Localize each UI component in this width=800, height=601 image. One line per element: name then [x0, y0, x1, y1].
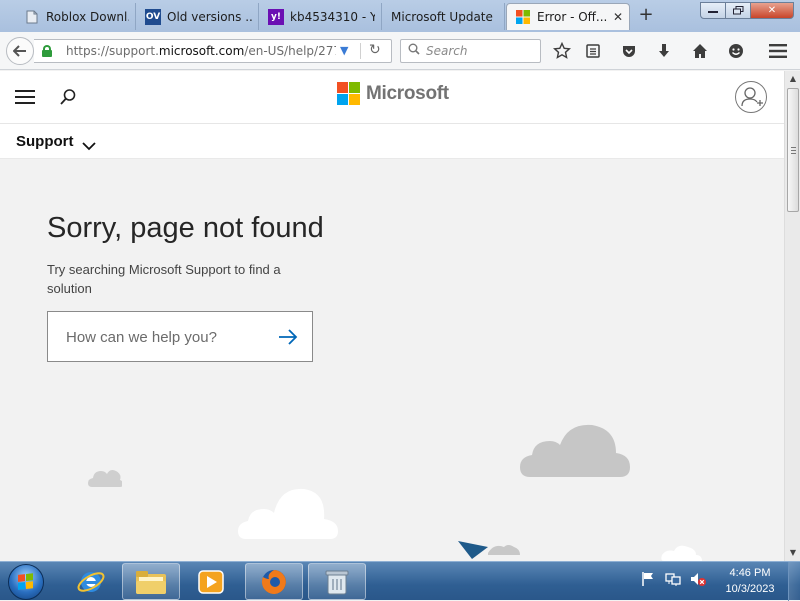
cloud-illustration — [238, 488, 338, 539]
tab-old-versions[interactable]: OV Old versions ... — [137, 3, 259, 30]
close-window-button[interactable]: ✕ — [750, 2, 794, 19]
clock-time: 4:46 PM — [729, 567, 771, 579]
microsoft-logo-icon — [515, 9, 531, 25]
oldversion-icon: OV — [145, 8, 161, 25]
tab-title: Roblox Downl... — [46, 9, 129, 24]
help-search-input[interactable]: How can we help you? — [47, 311, 313, 362]
reading-list-icon[interactable] — [582, 40, 604, 62]
page-subtitle: Try searching Microsoft Support to find … — [47, 262, 281, 296]
microsoft-logo[interactable]: Microsoft — [337, 82, 449, 105]
tab-title: Error - Off... — [537, 10, 607, 24]
search-icon — [408, 43, 420, 58]
tab-title: Old versions ... — [167, 9, 252, 24]
help-search-placeholder: How can we help you? — [66, 329, 217, 346]
system-tray — [640, 571, 706, 587]
scroll-thumb[interactable] — [787, 88, 799, 212]
search-placeholder: Search — [426, 44, 468, 58]
page-title: Sorry, page not found — [47, 212, 324, 244]
microsoft-logo-icon — [337, 82, 360, 105]
yahoo-icon: y! — [268, 8, 284, 25]
navigation-bar: https://support.microsoft.com/en-US/help… — [0, 32, 800, 70]
document-icon — [24, 9, 40, 25]
internet-explorer-icon[interactable] — [62, 563, 120, 600]
close-tab-icon[interactable]: ✕ — [613, 10, 623, 24]
pocket-icon[interactable] — [618, 40, 640, 62]
support-nav: Support — [0, 124, 784, 159]
scroll-down-icon[interactable]: ▼ — [785, 545, 800, 561]
chevron-down-icon[interactable] — [82, 136, 96, 151]
search-icon[interactable] — [59, 88, 77, 106]
separator — [360, 43, 361, 59]
cloud-illustration — [661, 545, 702, 561]
menu-icon[interactable] — [767, 40, 789, 62]
dropdown-arrow-icon[interactable]: ▼ — [340, 44, 348, 57]
home-icon[interactable] — [689, 40, 711, 62]
url-text: https://support.microsoft.com/en-US/help… — [66, 44, 336, 58]
show-desktop-button[interactable] — [788, 562, 800, 601]
scroll-up-icon[interactable]: ▲ — [785, 71, 800, 87]
tab-strip: Roblox Downl... OV Old versions ... y! k… — [0, 0, 800, 32]
flag-icon[interactable] — [640, 571, 656, 587]
smiley-icon[interactable] — [725, 40, 747, 62]
cloud-illustration — [88, 470, 122, 487]
support-menu-label[interactable]: Support — [16, 133, 74, 150]
tab-microsoft-update[interactable]: Microsoft Update ... — [383, 3, 505, 30]
lock-icon — [42, 45, 52, 57]
tab-title: Microsoft Update ... — [391, 9, 498, 24]
arrow-right-icon[interactable] — [278, 328, 298, 346]
tab-error-active[interactable]: Error - Off... ✕ — [506, 3, 630, 30]
page-content: Microsoft Support Sorry, page not found … — [0, 71, 784, 561]
network-icon[interactable] — [665, 571, 681, 587]
firefox-icon[interactable] — [245, 563, 303, 600]
system-clock[interactable]: 4:46 PM 10/3/2023 — [718, 565, 782, 597]
account-avatar-icon[interactable] — [735, 81, 767, 113]
taskbar: 4:46 PM 10/3/2023 — [0, 561, 800, 601]
kite-illustration — [458, 541, 520, 559]
logo-text: Microsoft — [366, 82, 449, 104]
cloud-illustration — [520, 424, 630, 477]
recycle-icon[interactable] — [308, 563, 366, 600]
file-explorer-icon[interactable] — [122, 563, 180, 600]
start-button[interactable] — [8, 564, 44, 600]
site-header: Microsoft — [0, 71, 784, 124]
clock-date: 10/3/2023 — [725, 583, 775, 595]
reload-icon[interactable]: ↻ — [369, 42, 381, 58]
maximize-button[interactable] — [725, 2, 751, 19]
url-bar[interactable]: https://support.microsoft.com/en-US/help… — [34, 39, 392, 63]
download-icon[interactable] — [653, 40, 675, 62]
plus-icon[interactable]: + — [636, 6, 656, 26]
volume-muted-icon[interactable] — [690, 571, 706, 587]
minimize-button[interactable] — [700, 2, 726, 19]
tab-kb4534310[interactable]: y! kb4534310 - Y... — [260, 3, 382, 30]
back-button[interactable] — [6, 37, 34, 65]
media-player-icon[interactable] — [182, 563, 240, 600]
tab-title: kb4534310 - Y... — [290, 9, 375, 24]
hamburger-menu-icon[interactable] — [15, 90, 35, 104]
windows-logo-icon — [18, 573, 34, 591]
star-icon[interactable] — [551, 40, 573, 62]
vertical-scrollbar[interactable]: ▲ ▼ — [784, 71, 800, 561]
tab-roblox[interactable]: Roblox Downl... — [16, 3, 136, 30]
search-box[interactable]: Search — [400, 39, 541, 63]
window-controls: ✕ — [700, 2, 794, 19]
